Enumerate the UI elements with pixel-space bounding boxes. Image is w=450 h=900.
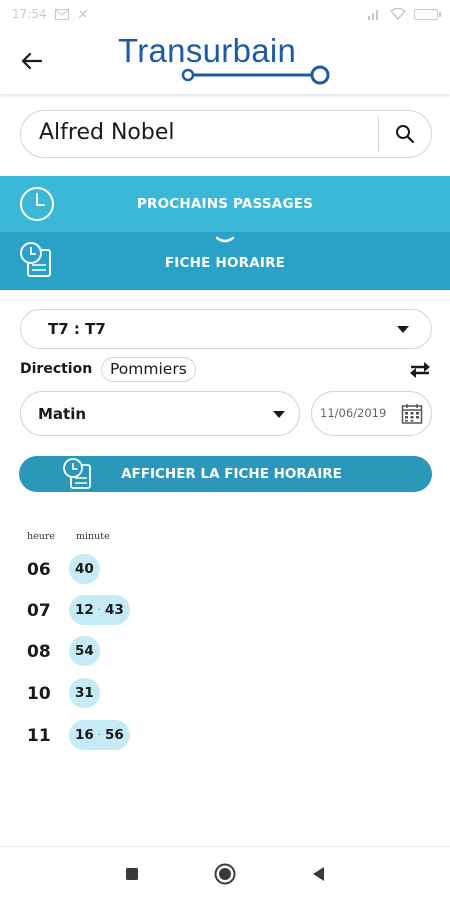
timetable-row: 08 54 [0,636,450,672]
tab-prochains-passages[interactable]: PROCHAINS PASSAGES [0,176,450,232]
system-back-button[interactable] [288,847,348,900]
period-select-value: Matin [38,405,87,423]
back-button[interactable] [16,46,48,76]
tab-label: PROCHAINS PASSAGES [136,196,314,212]
status-bar: 17:54 [0,0,450,28]
wifi-icon [390,8,406,20]
show-timetable-label: AFFICHER LA FICHE HORAIRE [121,466,342,482]
search-divider [378,117,379,151]
arrow-left-icon [21,52,43,70]
schedule-icon [20,242,51,277]
timetable-hour: 11 [27,726,51,746]
system-navigation-bar [0,846,450,900]
home-button[interactable] [195,847,255,900]
line-select[interactable]: T7 : T7 [20,309,432,349]
period-select[interactable]: Matin [20,391,300,436]
back-triangle-icon [313,867,324,881]
timetable-minutes: 40 [69,554,100,584]
show-timetable-button[interactable]: AFFICHER LA FICHE HORAIRE [19,456,432,492]
timetable-row: 07 12 · 43 [0,595,450,631]
timetable-hour: 08 [27,642,51,662]
minute-value: 56 [104,727,124,743]
minute-value: 16 [75,727,94,743]
timetable-hour: 10 [27,684,51,704]
minute-value: 12 [75,602,94,618]
swap-direction-button[interactable] [406,358,434,382]
transurbain-logo: Transurbain [118,32,338,90]
minute-value: 54 [75,643,94,659]
minute-value: 40 [75,561,94,577]
calendar-icon [401,404,423,424]
home-icon [214,863,236,885]
line-select-value: T7 : T7 [48,320,106,338]
tab-fiche-horaire[interactable]: FICHE HORAIRE [0,232,450,290]
mail-icon [54,8,69,20]
search-icon [396,125,415,144]
timetable-minutes: 31 [69,678,100,708]
minute-value: 43 [104,602,124,618]
timetable-row: 06 40 [0,554,450,590]
date-picker-field[interactable]: 11/06/2019 [311,391,432,436]
direction-label: Direction [20,361,93,377]
status-time: 17:54 [12,7,47,21]
direction-value: Pommiers [101,357,196,382]
tab-label: FICHE HORAIRE [164,255,286,271]
logo-route-graphic [181,65,330,85]
dropdown-caret-icon [397,326,409,333]
clock-icon [20,187,54,221]
recents-button[interactable] [102,847,162,900]
timetable-hour: 07 [27,601,51,621]
swap-arrows-icon [410,362,430,378]
timetable-hour: 06 [27,560,51,580]
search-button[interactable] [383,117,427,151]
timetable-minutes: 54 [69,636,100,666]
signal-icon [368,10,378,20]
schedule-icon [63,458,91,489]
minute-value: 31 [75,685,94,701]
recents-icon [126,868,138,880]
search-value[interactable]: Alfred Nobel [39,120,175,145]
dropdown-caret-icon [273,411,285,418]
app-header: Transurbain [0,28,450,94]
timetable-row: 10 31 [0,678,450,714]
notification-off-icon [78,9,88,19]
battery-icon [414,8,441,20]
date-value: 11/06/2019 [320,406,387,420]
minute-separator: · [97,729,101,741]
stop-search-field[interactable]: Alfred Nobel [20,110,432,158]
minute-column-header: minute [76,531,110,542]
minute-separator: · [97,604,101,616]
timetable-minutes: 12 · 43 [69,595,130,625]
hour-column-header: heure [27,531,56,542]
chevron-down-icon [215,236,235,243]
timetable-minutes: 16 · 56 [69,720,130,750]
timetable-row: 11 16 · 56 [0,720,450,756]
